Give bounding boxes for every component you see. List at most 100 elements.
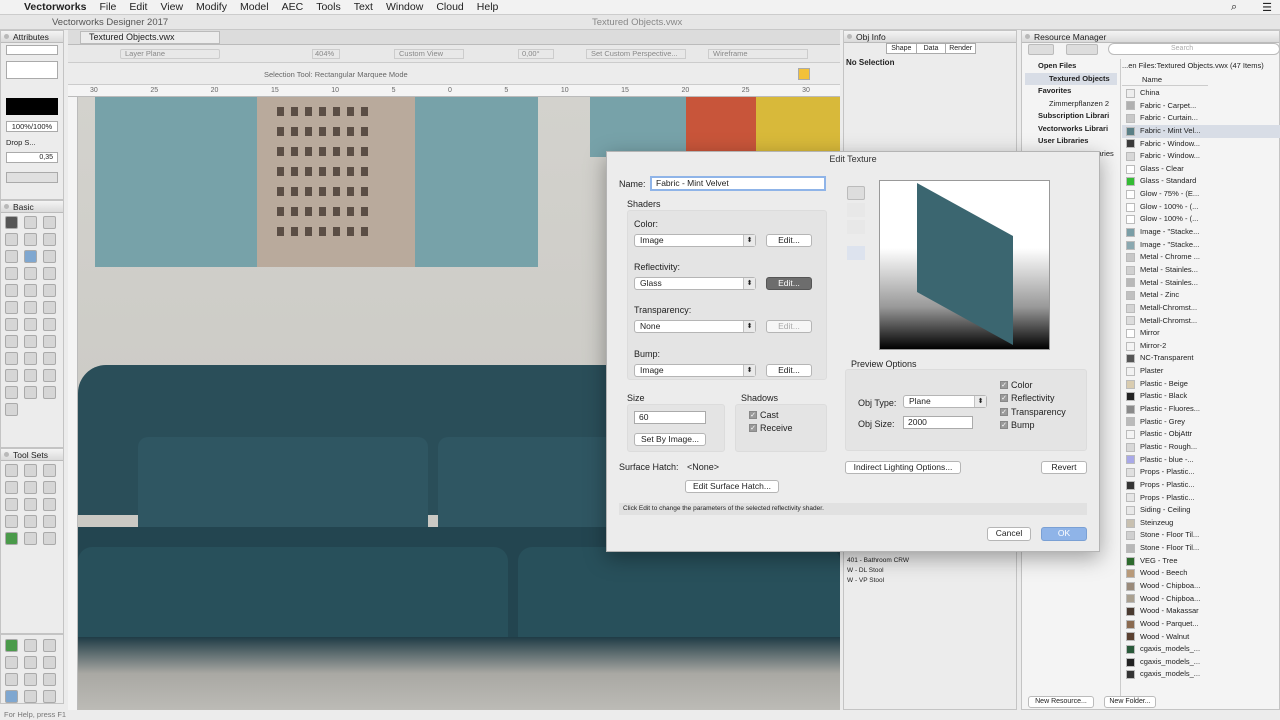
resource-item[interactable]: Stone - Floor Til...	[1122, 529, 1280, 542]
resource-item[interactable]: Plastic - blue -...	[1122, 454, 1280, 467]
snap-icon[interactable]	[798, 68, 810, 80]
3d-modeling-icon[interactable]	[24, 532, 37, 545]
reflectivity-shader-select[interactable]: Glass	[634, 277, 756, 290]
new-resource-button[interactable]: New Resource...	[1028, 696, 1094, 708]
resource-item[interactable]: Metal - Zinc	[1122, 289, 1280, 302]
resource-item[interactable]: Stone - Floor Til...	[1122, 542, 1280, 555]
menu-app[interactable]: Vectorworks	[24, 1, 86, 13]
rectangle-tool-icon[interactable]	[24, 267, 37, 280]
preview-bump-checkbox[interactable]: ✓ Bump	[1000, 420, 1035, 430]
fill-swatch[interactable]	[6, 45, 58, 55]
water-toolset-icon[interactable]	[24, 639, 37, 652]
arc-tool-icon[interactable]	[43, 284, 56, 297]
resource-item[interactable]: Metall-Chromst...	[1122, 302, 1280, 315]
resource-item[interactable]: Steinzeug	[1122, 517, 1280, 530]
menu-modify[interactable]: Modify	[196, 1, 227, 13]
transparency-shader-select[interactable]: None	[634, 320, 756, 333]
walls-icon[interactable]	[43, 532, 56, 545]
oval-tool-icon[interactable]	[24, 284, 37, 297]
edit-surface-hatch-button[interactable]: Edit Surface Hatch...	[685, 480, 779, 493]
resource-item[interactable]: Mirror-2	[1122, 340, 1280, 353]
tree-zimmerpflanzen[interactable]: Zimmerpflanzen 2	[1025, 98, 1117, 111]
menu-text[interactable]: Text	[354, 1, 373, 13]
machine-icon[interactable]	[24, 498, 37, 511]
receive-checkbox[interactable]: ✓ Receive	[749, 423, 793, 433]
view-select[interactable]: Custom View	[394, 49, 464, 59]
dims-notes-icon[interactable]	[5, 515, 18, 528]
resource-item[interactable]: cgaxis_models_...	[1122, 643, 1280, 656]
angle-field[interactable]: 0,00°	[518, 49, 554, 59]
circle-tool-icon[interactable]	[5, 284, 18, 297]
lighting-icon[interactable]	[5, 498, 18, 511]
resource-search-input[interactable]: Search	[1108, 43, 1280, 55]
flyover-tool-icon[interactable]	[43, 216, 56, 229]
preview-reflectivity-checkbox[interactable]: ✓ Reflectivity	[1000, 393, 1055, 403]
fixtures-icon[interactable]	[43, 515, 56, 528]
resource-item[interactable]: Plastic - Beige	[1122, 378, 1280, 391]
indirect-lighting-button[interactable]: Indirect Lighting Options...	[845, 461, 961, 474]
resource-item[interactable]: Metal - Stainles...	[1122, 277, 1280, 290]
resource-item[interactable]: Props - Plastic...	[1122, 466, 1280, 479]
reflectivity-edit-button[interactable]: Edit...	[766, 277, 812, 290]
resource-item[interactable]: Glow - 75% - (E...	[1122, 188, 1280, 201]
site-planning-icon[interactable]	[5, 481, 18, 494]
car-toolset-icon[interactable]	[5, 690, 18, 703]
tree-user-libraries[interactable]: User Libraries	[1025, 135, 1117, 148]
trim-tool-icon[interactable]	[5, 369, 18, 382]
reshape-tool-icon[interactable]	[5, 335, 18, 348]
tree-subscription[interactable]: Subscription Librari	[1025, 110, 1117, 123]
tab-render[interactable]: Render	[946, 43, 977, 54]
clip-tool-icon[interactable]	[24, 352, 37, 365]
resource-item[interactable]: Wood - Beech	[1122, 567, 1280, 580]
opacity-field[interactable]: 100%/100%	[6, 121, 58, 132]
preview-color-checkbox[interactable]: ✓ Color	[1000, 380, 1033, 390]
menu-edit[interactable]: Edit	[129, 1, 147, 13]
resource-item[interactable]: Metal - Chrome ...	[1122, 251, 1280, 264]
menu-window[interactable]: Window	[386, 1, 423, 13]
line-tool-icon[interactable]	[5, 267, 18, 280]
perspective-select[interactable]: Set Custom Perspective...	[586, 49, 686, 59]
set-by-image-button[interactable]: Set By Image...	[634, 433, 706, 446]
bump-edit-button[interactable]: Edit...	[766, 364, 812, 377]
visibility-tool-icon[interactable]	[5, 403, 18, 416]
menu-list-icon[interactable]: ☰	[1262, 1, 1272, 14]
texture-name-input[interactable]: Fabric - Mint Velvet	[650, 176, 826, 191]
menu-help[interactable]: Help	[477, 1, 499, 13]
eyedropper-icon[interactable]	[43, 250, 56, 263]
resource-item[interactable]: Fabric - Curtain...	[1122, 112, 1280, 125]
line-weight-field[interactable]: 0,35	[6, 152, 58, 163]
move-by-points-icon[interactable]	[24, 386, 37, 399]
resource-item[interactable]: Wood - Chipboa...	[1122, 580, 1280, 593]
preview-transparency-checkbox[interactable]: ✓ Transparency	[1000, 407, 1066, 417]
resource-item[interactable]: Image - "Stacke...	[1122, 226, 1280, 239]
tree-textured-objects[interactable]: Textured Objects	[1025, 72, 1117, 85]
building-icon[interactable]	[24, 515, 37, 528]
gear-toolset-icon[interactable]	[24, 690, 37, 703]
spiral-tool-icon[interactable]	[43, 318, 56, 331]
resource-item[interactable]: Metall-Chromst...	[1122, 315, 1280, 328]
site-toolset-icon[interactable]	[5, 639, 18, 652]
resource-item[interactable]: Glow - 100% - (...	[1122, 213, 1280, 226]
cabinet-toolset-icon[interactable]	[5, 673, 18, 686]
detailing-icon[interactable]	[24, 481, 37, 494]
search-icon[interactable]: ⌕	[1231, 1, 1237, 14]
document-tab[interactable]: Textured Objects.vwx	[80, 31, 220, 44]
dimension-tool-icon[interactable]	[43, 233, 56, 246]
menu-cloud[interactable]: Cloud	[436, 1, 463, 13]
menu-tools[interactable]: Tools	[316, 1, 341, 13]
tab-data[interactable]: Data	[916, 43, 947, 54]
menu-aec[interactable]: AEC	[282, 1, 304, 13]
list-item[interactable]: W - VP Stool	[847, 576, 909, 586]
offset-tool-icon[interactable]	[5, 352, 18, 365]
resource-item[interactable]: Siding - Ceiling	[1122, 504, 1280, 517]
locus-tool-icon[interactable]	[5, 250, 18, 263]
resource-item[interactable]: NC-Transparent	[1122, 352, 1280, 365]
texture-preview[interactable]	[879, 180, 1050, 350]
lamp-toolset-icon[interactable]	[43, 656, 56, 669]
resource-item[interactable]: Glass - Standard	[1122, 175, 1280, 188]
resource-item[interactable]: Metal - Stainles...	[1122, 264, 1280, 277]
furniture-toolset-icon[interactable]	[5, 656, 18, 669]
zoom-in-icon[interactable]	[847, 203, 865, 217]
spotlight-icon[interactable]	[43, 498, 56, 511]
resource-item[interactable]: Fabric - Window...	[1122, 138, 1280, 151]
